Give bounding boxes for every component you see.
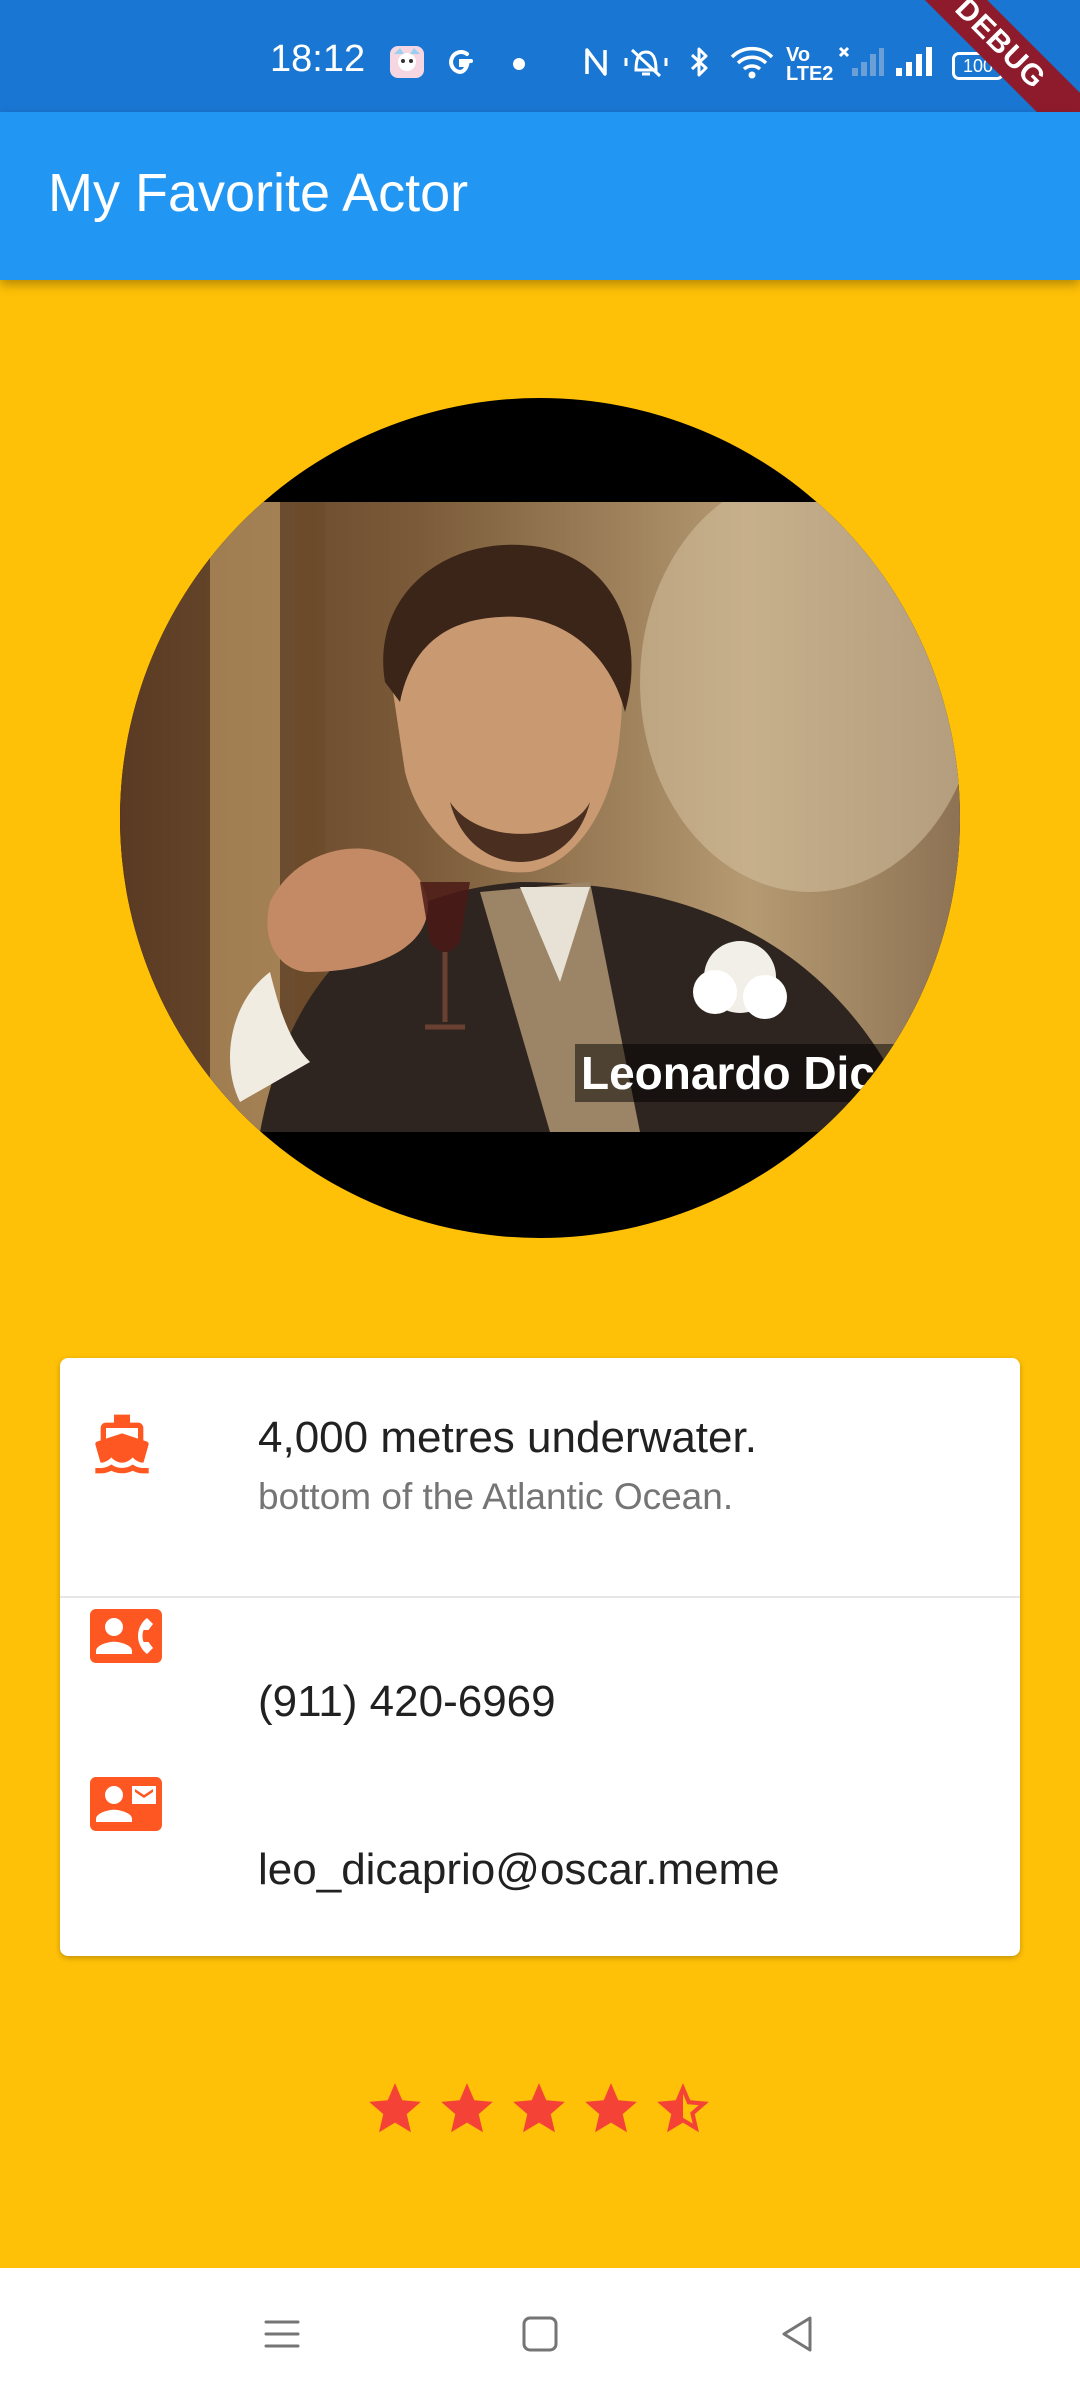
status-time: 18:12: [270, 38, 366, 80]
location-title: 4,000 metres underwater.: [258, 1413, 757, 1462]
star-half-icon: [657, 2083, 709, 2133]
star-full-icon: [585, 2083, 637, 2133]
nfc-icon: [585, 48, 607, 76]
card-divider: [60, 1596, 1020, 1598]
contact-mail-icon: [90, 1777, 162, 1831]
info-card: 4,000 metres underwater. bottom of the A…: [60, 1358, 1020, 1956]
ferry-icon: [95, 1414, 149, 1474]
home-icon[interactable]: [516, 2310, 564, 2358]
app-bar: My Favorite Actor: [0, 112, 1080, 280]
menu-icon[interactable]: [258, 2310, 306, 2358]
app-notification-icon: [390, 46, 424, 78]
vibrate-icon: [624, 48, 668, 78]
status-bar: 18:12 Vo LTE2 100 DEBUG: [0, 0, 1080, 166]
email-address: leo_dicaprio@oscar.meme: [258, 1845, 780, 1894]
signal-x-icon: [838, 46, 884, 76]
phone-number: (911) 420-6969: [258, 1677, 556, 1726]
google-icon: [449, 50, 473, 75]
location-subtitle: bottom of the Atlantic Ocean.: [258, 1476, 734, 1517]
star-full-icon: [441, 2083, 493, 2133]
star-full-icon: [513, 2083, 565, 2133]
actor-photo: [120, 502, 960, 1132]
app-title: My Favorite Actor: [48, 163, 469, 223]
actor-name-caption: Leonardo Dicaprio: [575, 1044, 960, 1102]
back-icon[interactable]: [774, 2310, 822, 2358]
network-type-label: Vo LTE2: [786, 44, 834, 85]
bluetooth-icon: [690, 47, 708, 77]
star-full-icon: [369, 2083, 421, 2133]
profile-avatar: Leonardo Dicaprio: [120, 398, 960, 1238]
navigation-bar: [0, 2268, 1080, 2400]
contact-phone-icon: [90, 1609, 162, 1663]
star-rating: [364, 2078, 716, 2148]
dot-icon: [513, 58, 525, 70]
wifi-icon: [730, 46, 774, 79]
signal-icon: [896, 47, 932, 76]
